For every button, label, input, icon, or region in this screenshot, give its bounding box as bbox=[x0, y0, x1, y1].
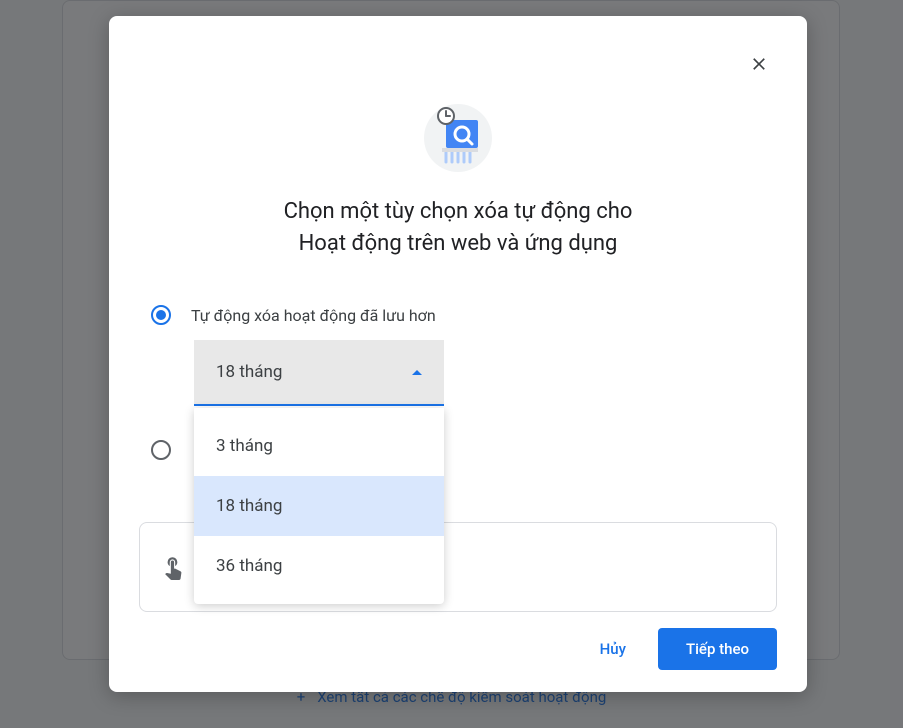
auto-delete-hero-icon bbox=[422, 102, 494, 174]
radio-selected-icon bbox=[151, 305, 171, 325]
duration-select[interactable]: 18 tháng bbox=[194, 340, 444, 406]
dialog-actions: Hủy Tiếp theo bbox=[592, 628, 777, 670]
duration-option-36-months[interactable]: 36 tháng bbox=[194, 536, 444, 596]
duration-option-label: 36 tháng bbox=[216, 556, 282, 576]
next-button[interactable]: Tiếp theo bbox=[658, 628, 777, 670]
close-button[interactable] bbox=[739, 44, 779, 84]
duration-option-label: 18 tháng bbox=[216, 496, 282, 516]
duration-select-value: 18 tháng bbox=[216, 362, 282, 382]
chevron-up-icon bbox=[412, 370, 422, 375]
duration-option-3-months[interactable]: 3 tháng bbox=[194, 416, 444, 476]
radio-unselected-icon bbox=[151, 440, 171, 460]
duration-dropdown: 3 tháng 18 tháng 36 tháng bbox=[194, 408, 444, 604]
cancel-button[interactable]: Hủy bbox=[592, 630, 634, 668]
close-icon bbox=[749, 54, 769, 74]
radio-auto-delete-label: Tự động xóa hoạt động đã lưu hơn bbox=[191, 306, 436, 325]
touch-icon bbox=[160, 554, 186, 580]
duration-option-label: 3 tháng bbox=[216, 436, 273, 456]
radio-auto-delete-on[interactable]: Tự động xóa hoạt động đã lưu hơn bbox=[151, 305, 436, 325]
dialog-title-line1: Chọn một tùy chọn xóa tự động cho bbox=[109, 196, 807, 228]
dialog-title: Chọn một tùy chọn xóa tự động cho Hoạt đ… bbox=[109, 196, 807, 260]
dialog-title-line2: Hoạt động trên web và ứng dụng bbox=[109, 228, 807, 260]
radio-auto-delete-off[interactable] bbox=[151, 440, 171, 460]
next-button-label: Tiếp theo bbox=[686, 640, 749, 658]
auto-delete-dialog: Chọn một tùy chọn xóa tự động cho Hoạt đ… bbox=[109, 16, 807, 692]
cancel-button-label: Hủy bbox=[600, 640, 626, 658]
duration-option-18-months[interactable]: 18 tháng bbox=[194, 476, 444, 536]
